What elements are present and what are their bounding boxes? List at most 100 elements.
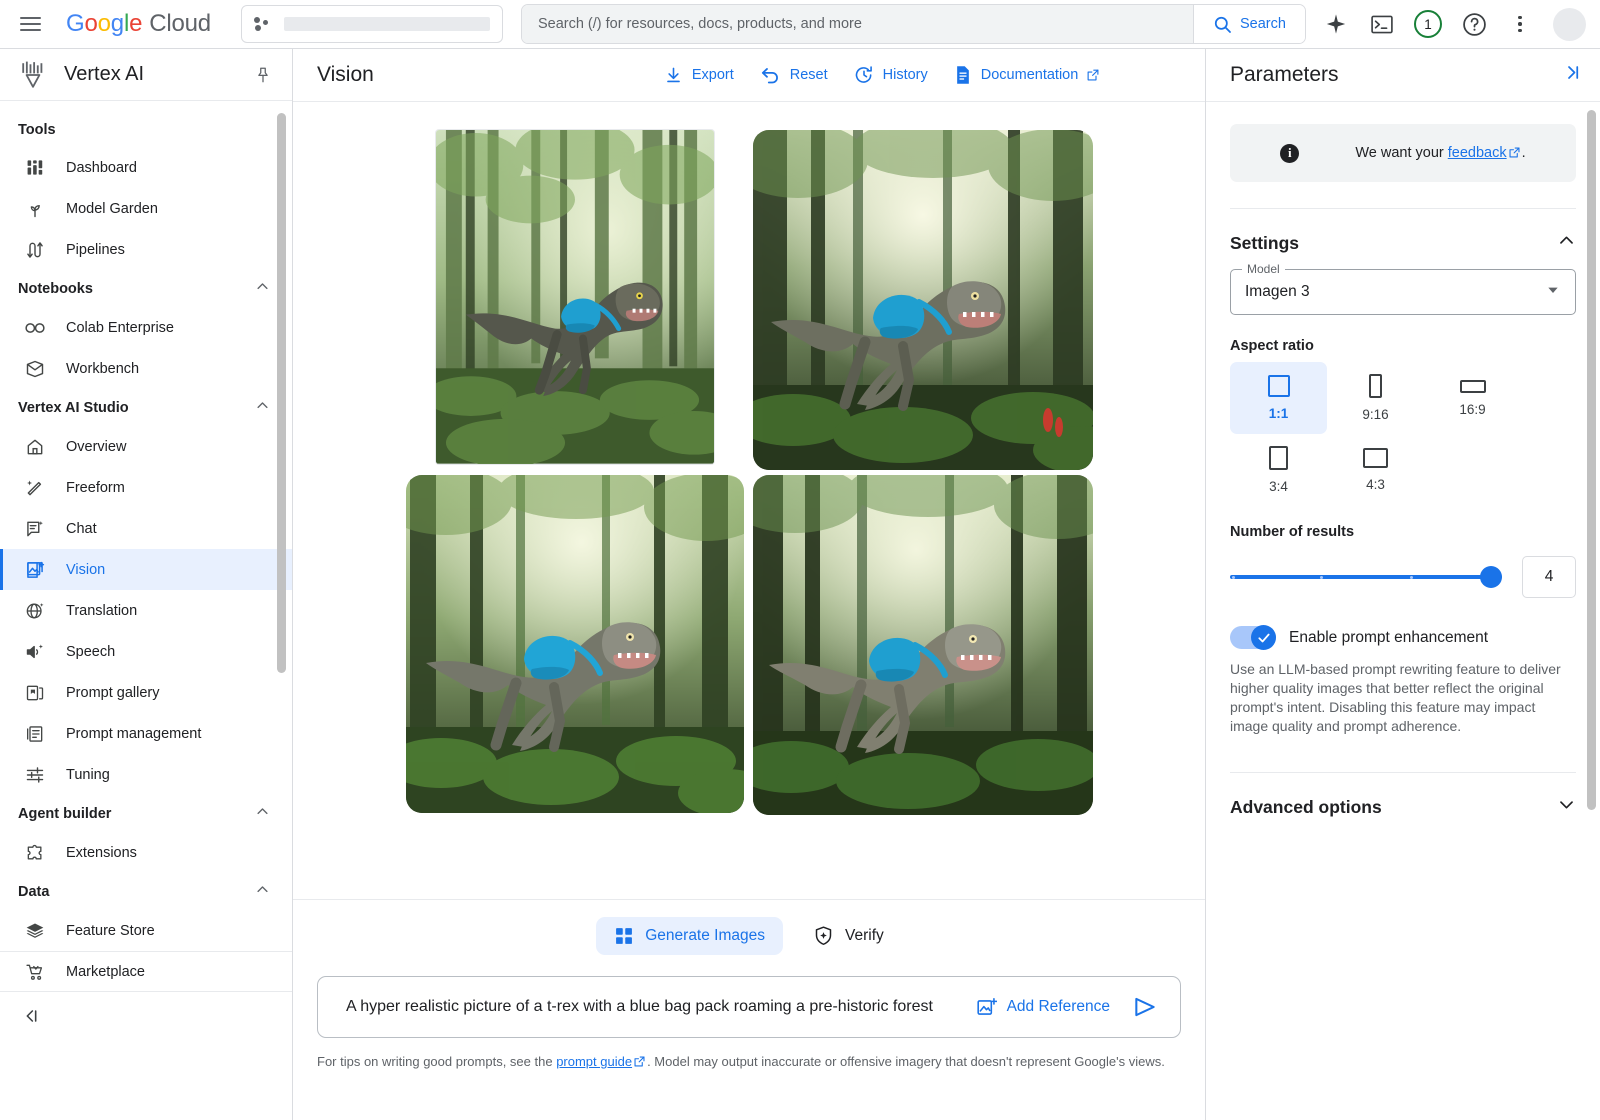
expand-panel-icon [1558,64,1580,81]
vertex-ai-logo [18,60,48,90]
sidebar-item-model-garden[interactable]: Model Garden [0,188,292,229]
search-button[interactable]: Search [1193,5,1305,43]
advanced-options-header[interactable]: Advanced options [1230,773,1576,819]
export-button[interactable]: Export [664,66,734,85]
sidebar-item-label: Prompt gallery [66,685,159,701]
gallery-glyph [25,683,45,703]
collapse-sidebar-button[interactable] [0,992,292,1040]
sidebar-item-feature-store[interactable]: Feature Store [0,910,292,951]
notifications-icon[interactable]: 1 [1407,3,1449,45]
sliders-glyph [25,765,45,785]
shield-check-icon [813,925,834,946]
mode-switcher: Generate Images Verify [317,916,1181,955]
prompt-enhancement-toggle[interactable] [1230,626,1276,649]
pin-icon[interactable] [248,60,278,90]
feedback-link[interactable]: feedback [1448,145,1507,161]
external-link-icon [1087,69,1099,81]
reset-button[interactable]: Reset [760,65,828,86]
pin-glyph [254,66,272,84]
sidebar-item-dashboard[interactable]: Dashboard [0,147,292,188]
slider-knob[interactable] [1480,566,1502,588]
collapse-parameters-button[interactable] [1558,64,1580,86]
prompt-guide-link[interactable]: prompt guide [556,1054,632,1069]
sidebar-item-label: Overview [66,439,126,455]
settings-header[interactable]: Settings [1230,209,1576,269]
sidebar-scrollbar-thumb[interactable] [277,113,286,673]
generated-image-2[interactable] [753,130,1093,470]
chevron-glyph [255,804,270,819]
google-cloud-logo[interactable]: Google Cloud [66,10,211,38]
sidebar-group-agent-builder[interactable]: Agent builder [0,795,292,832]
send-prompt-button[interactable] [1128,990,1162,1024]
sidebar-item-label: Speech [66,644,115,660]
sidebar-item-freeform[interactable]: Freeform [0,467,292,508]
help-icon[interactable] [1453,3,1495,45]
user-avatar[interactable] [1553,8,1586,41]
sidebar-group-vertex-ai-studio[interactable]: Vertex AI Studio [0,389,292,426]
aspect-ratio-4-3[interactable]: 4:3 [1327,434,1424,506]
sidebar-item-translation[interactable]: Translation [0,590,292,631]
more-options-icon[interactable] [1499,3,1541,45]
aspect-ratio-3-4[interactable]: 3:4 [1230,434,1327,506]
slider-tick [1232,576,1235,579]
generated-image-3[interactable] [406,475,744,813]
sidebar-item-label: Workbench [66,361,139,377]
main-content: Vision Export [293,49,1205,1120]
number-of-results-value[interactable]: 4 [1522,556,1576,598]
number-of-results-slider[interactable] [1230,566,1502,588]
parameters-scrollbar-thumb[interactable] [1587,110,1596,810]
sprout-glyph [25,199,45,219]
prompt-input-box[interactable]: Add Reference [317,976,1181,1038]
aspect-ratio-option-label: 1:1 [1269,406,1289,421]
image-icon [24,559,46,581]
aspect-ratio-option-label: 16:9 [1459,402,1485,417]
parameters-header: Parameters [1206,49,1600,102]
project-selector[interactable] [241,5,503,43]
sidebar-item-overview[interactable]: Overview [0,426,292,467]
sidebar-item-tuning[interactable]: Tuning [0,754,292,795]
sidebar-item-extensions[interactable]: Extensions [0,832,292,873]
aspect-ratio-9-16[interactable]: 9:16 [1327,362,1424,434]
documentation-button[interactable]: Documentation [954,65,1100,85]
add-reference-button[interactable]: Add Reference [976,997,1110,1018]
aspect-ratio-1-1[interactable]: 1:1 [1230,362,1327,434]
verify-button[interactable]: Verify [795,916,902,955]
pipelines-icon [24,239,46,261]
sidebar-item-marketplace[interactable]: Marketplace [0,951,292,992]
sidebar-item-chat[interactable]: Chat [0,508,292,549]
search-input[interactable] [538,16,1177,32]
sidebar-item-vision[interactable]: Vision [0,549,292,590]
generated-image-1[interactable] [436,130,714,464]
search-button-label: Search [1240,16,1286,32]
prompt-input[interactable] [346,998,958,1016]
chevron-up-icon[interactable] [1557,231,1576,255]
history-button[interactable]: History [854,65,928,85]
hamburger-menu-icon[interactable] [10,4,50,44]
sidebar-group-data[interactable]: Data [0,873,292,910]
sidebar-item-pipelines[interactable]: Pipelines [0,229,292,270]
sidebar-item-label: Model Garden [66,201,158,217]
model-field-label: Model [1242,262,1285,276]
sidebar-item-colab-enterprise[interactable]: Colab Enterprise [0,307,292,348]
prompt-enhancement-helper-text: Use an LLM-based prompt rewriting featur… [1230,660,1576,736]
generate-images-button[interactable]: Generate Images [596,917,783,955]
gemini-sparkle-icon[interactable] [1315,3,1357,45]
sidebar-item-speech[interactable]: Speech [0,631,292,672]
download-icon [664,66,683,85]
toolbar-actions: Export Reset [664,65,1099,86]
search-field[interactable] [522,5,1193,43]
parameters-panel: Parameters i We want your feedback [1205,49,1600,1120]
feedback-prefix: We want your [1355,145,1447,161]
model-select[interactable]: Model Imagen 3 [1230,269,1576,315]
sidebar-scrollbar-track[interactable] [280,107,289,1120]
chevron-down-icon[interactable] [1557,795,1576,819]
sidebar-group-notebooks[interactable]: Notebooks [0,270,292,307]
sidebar-item-prompt-gallery[interactable]: Prompt gallery [0,672,292,713]
generated-image-4[interactable] [753,475,1093,815]
cloud-shell-icon[interactable] [1361,3,1403,45]
parameters-scrollbar-track[interactable] [1589,106,1598,1120]
sidebar-item-workbench[interactable]: Workbench [0,348,292,389]
sidebar-item-prompt-management[interactable]: Prompt management [0,713,292,754]
aspect-ratio-16-9[interactable]: 16:9 [1424,362,1521,434]
layers-glyph [25,921,45,941]
